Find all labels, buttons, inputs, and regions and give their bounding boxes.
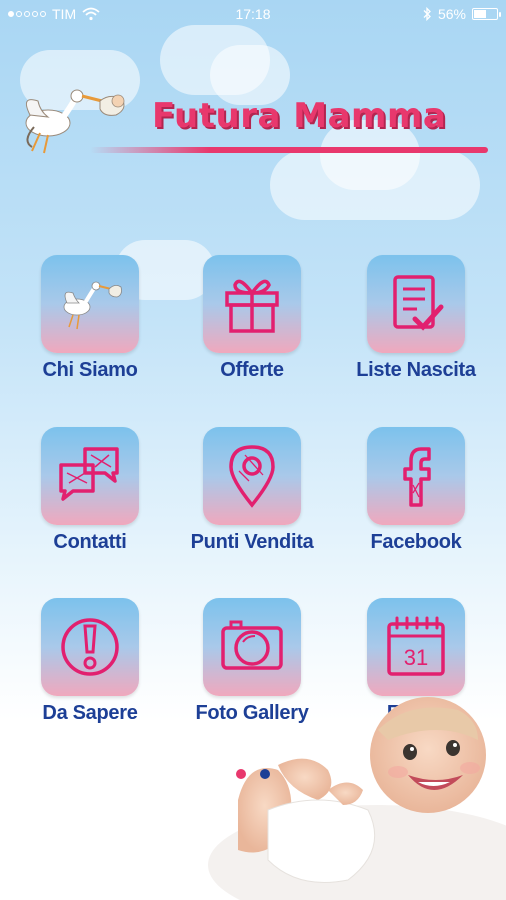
menu-item-chi-siamo[interactable]: Chi Siamo bbox=[10, 255, 170, 382]
menu-item-punti-vendita[interactable]: Punti Vendita bbox=[172, 427, 332, 554]
battery-fill bbox=[474, 10, 487, 18]
status-bar: TIM 17:18 56% bbox=[0, 0, 506, 30]
baby-photo bbox=[208, 697, 506, 900]
tile-icon-punti-vendita bbox=[203, 427, 301, 525]
app-header: Futura Mamma bbox=[0, 70, 506, 180]
menu-item-label: Facebook bbox=[370, 531, 462, 553]
menu-item-offerte[interactable]: Offerte bbox=[172, 255, 332, 382]
tile-icon-liste-nascita bbox=[367, 255, 465, 353]
tile-icon-chi-siamo bbox=[41, 255, 139, 353]
page-dot-1[interactable] bbox=[236, 769, 246, 779]
checklist-icon bbox=[393, 275, 444, 331]
exclamation-icon bbox=[61, 618, 119, 676]
calendar-icon: 31 bbox=[387, 616, 445, 676]
tile-icon-facebook bbox=[367, 427, 465, 525]
page-dot-2[interactable] bbox=[260, 769, 270, 779]
tile-icon-eventi: 31 bbox=[367, 598, 465, 696]
menu-item-label: Contatti bbox=[53, 531, 127, 553]
page-indicator bbox=[236, 769, 270, 779]
calendar-day: 31 bbox=[404, 645, 428, 670]
menu-item-liste-nascita[interactable]: Liste Nascita bbox=[336, 255, 496, 382]
title-underline bbox=[90, 147, 488, 153]
tile-icon-da-sapere bbox=[41, 598, 139, 696]
menu-item-da-sapere[interactable]: Da Sapere bbox=[10, 598, 170, 725]
gift-icon bbox=[225, 279, 279, 333]
battery-icon bbox=[472, 8, 501, 20]
tile-icon-contatti bbox=[41, 427, 139, 525]
app-title: Futura Mamma bbox=[152, 96, 447, 136]
menu-item-label: Liste Nascita bbox=[356, 359, 476, 381]
tile-icon-offerte bbox=[203, 255, 301, 353]
menu-item-contatti[interactable]: Contatti bbox=[10, 427, 170, 554]
tile-icon-foto-gallery bbox=[203, 598, 301, 696]
camera-icon bbox=[221, 620, 283, 670]
menu-item-label: Offerte bbox=[220, 359, 284, 381]
menu-item-label: Chi Siamo bbox=[42, 359, 138, 381]
menu-item-label: Punti Vendita bbox=[190, 531, 314, 553]
menu-item-facebook[interactable]: Facebook bbox=[336, 427, 496, 554]
chat-bubbles-icon bbox=[59, 447, 119, 501]
status-right: 56% bbox=[422, 6, 501, 22]
stork-icon bbox=[63, 281, 122, 330]
bluetooth-icon bbox=[423, 7, 431, 21]
map-pin-icon bbox=[229, 445, 275, 508]
battery-percentage: 56% bbox=[437, 6, 466, 22]
menu-item-label: Da Sapere bbox=[42, 702, 138, 724]
facebook-icon bbox=[403, 447, 431, 507]
